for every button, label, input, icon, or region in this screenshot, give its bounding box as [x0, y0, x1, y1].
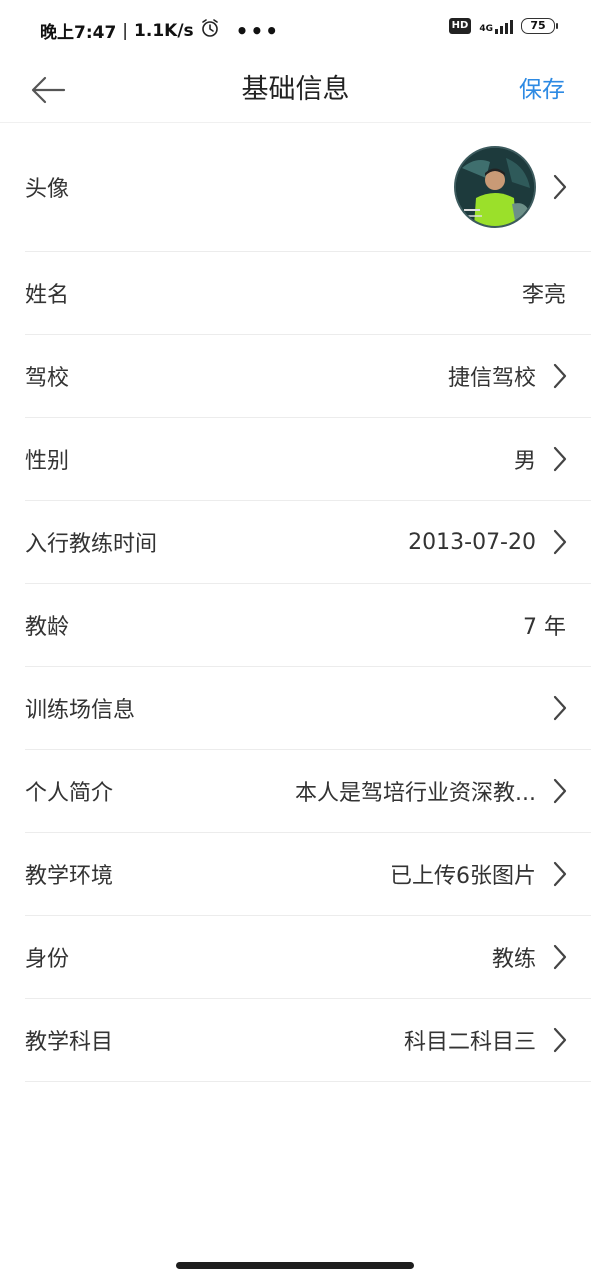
row-teaching-subjects[interactable]: 教学科目 科目二科目三	[25, 999, 591, 1082]
row-value: 教练	[491, 947, 536, 972]
status-bar: 晚上7:47 | 1.1K/s ••• HD 4G 75	[0, 0, 591, 58]
row-label: 个人简介	[25, 781, 114, 806]
row-avatar[interactable]: 头像	[25, 123, 591, 252]
row-value: 本人是驾培行业资深教...	[295, 781, 536, 806]
network-label: 4G	[479, 24, 493, 34]
nav-header: 基础信息 保存	[0, 58, 591, 123]
chevron-right-icon	[551, 1027, 569, 1053]
row-personal-intro[interactable]: 个人简介 本人是驾培行业资深教...	[25, 750, 591, 833]
row-identity[interactable]: 身份 教练	[25, 916, 591, 999]
row-teaching-years: 教龄 7 年	[25, 584, 591, 667]
row-label: 教学环境	[25, 864, 114, 889]
row-value: 李亮	[521, 283, 566, 308]
network-speed: 1.1K/s	[134, 20, 194, 41]
battery-indicator: 75	[521, 18, 558, 34]
row-label: 教龄	[25, 615, 70, 640]
chevron-right-icon	[551, 529, 569, 555]
row-gender[interactable]: 性别 男	[25, 418, 591, 501]
row-value: 已上传6张图片	[390, 864, 536, 889]
row-value: 2013-07-20	[408, 529, 536, 555]
row-value: 捷信驾校	[447, 366, 536, 391]
avatar[interactable]	[454, 146, 536, 228]
profile-info-list: 头像 姓名 李亮 驾校 捷信驾校 性别 男 入行教练时间 2013-07-20 …	[0, 123, 591, 1082]
home-indicator[interactable]	[176, 1262, 414, 1269]
chevron-right-icon	[551, 695, 569, 721]
row-teaching-environment[interactable]: 教学环境 已上传6张图片	[25, 833, 591, 916]
row-training-ground[interactable]: 训练场信息	[25, 667, 591, 750]
chevron-right-icon	[551, 944, 569, 970]
chevron-right-icon	[551, 446, 569, 472]
row-label: 驾校	[25, 366, 70, 391]
row-coaching-start-date[interactable]: 入行教练时间 2013-07-20	[25, 501, 591, 584]
row-label: 性别	[25, 449, 70, 474]
row-label: 头像	[25, 177, 70, 202]
status-right: HD 4G 75	[448, 18, 558, 34]
chevron-right-icon	[551, 861, 569, 887]
row-label: 身份	[25, 947, 70, 972]
row-label: 姓名	[25, 283, 70, 308]
row-label: 训练场信息	[25, 698, 136, 723]
signal-icon	[495, 18, 513, 34]
chevron-right-icon	[551, 778, 569, 804]
status-time: 晚上7:47	[40, 23, 117, 43]
row-value: 男	[513, 449, 536, 474]
chevron-right-icon	[551, 174, 569, 200]
avatar-photo-icon	[456, 148, 534, 226]
row-driving-school[interactable]: 驾校 捷信驾校	[25, 335, 591, 418]
hd-badge: HD	[448, 18, 472, 34]
row-value: 科目二科目三	[403, 1030, 536, 1055]
alarm-icon	[200, 18, 220, 43]
row-name: 姓名 李亮	[25, 252, 591, 335]
row-label: 入行教练时间	[25, 532, 158, 557]
status-separator: |	[122, 20, 129, 41]
more-notifications-icon: •••	[235, 18, 281, 43]
row-label: 教学科目	[25, 1030, 114, 1055]
save-button[interactable]: 保存	[519, 68, 565, 112]
row-value: 7 年	[523, 615, 566, 640]
network-type: 4G	[479, 18, 513, 34]
page-title: 基础信息	[241, 74, 350, 105]
chevron-right-icon	[551, 363, 569, 389]
status-left: 晚上7:47 | 1.1K/s •••	[40, 18, 281, 44]
